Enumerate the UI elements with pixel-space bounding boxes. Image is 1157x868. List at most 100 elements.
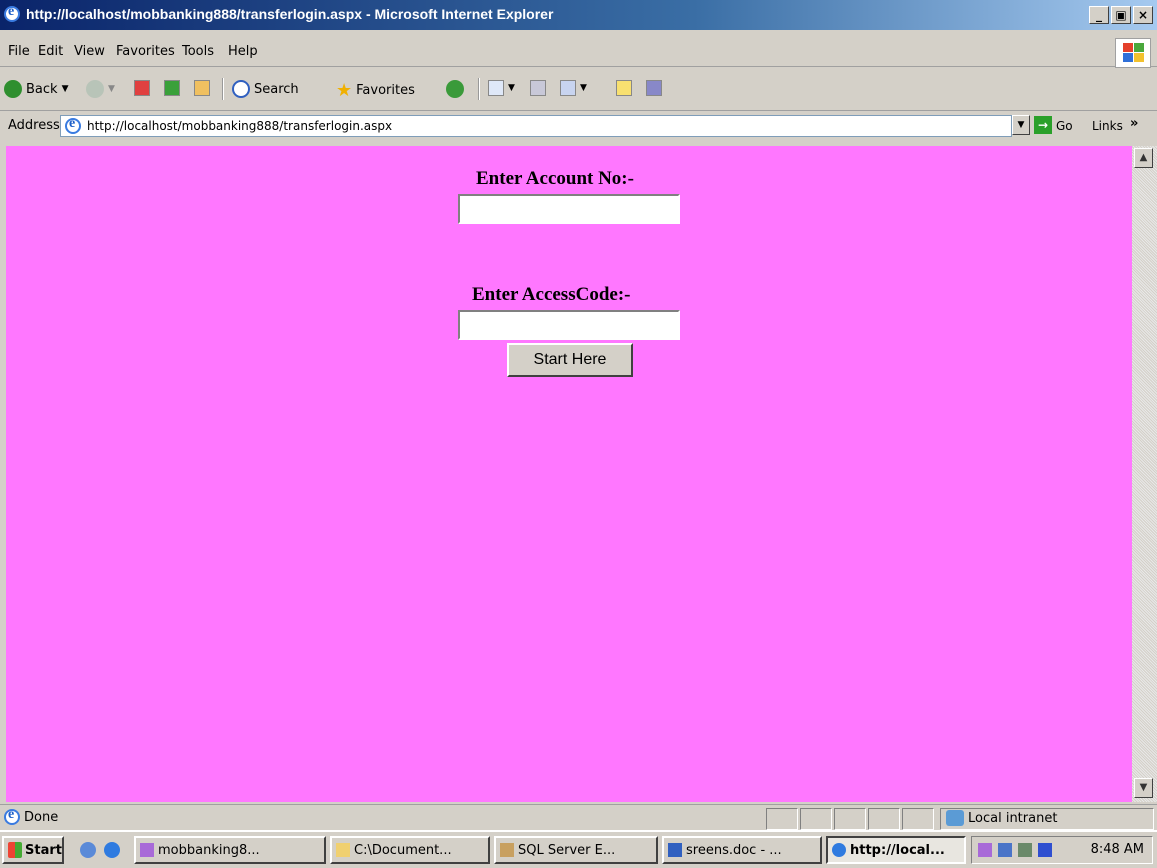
taskbar-item-sql-server[interactable]: SQL Server E... <box>494 836 658 864</box>
taskbar: Start mobbanking8... C:\Document... SQL … <box>0 830 1157 868</box>
status-panel <box>766 808 798 830</box>
chevron-down-icon: ▼ <box>61 84 69 94</box>
account-number-input[interactable] <box>458 194 680 224</box>
chevron-down-icon: ▼ <box>508 83 515 93</box>
mail-button[interactable]: ▼ <box>488 80 515 96</box>
address-dropdown-button[interactable]: ▼ <box>1012 115 1030 135</box>
status-panel <box>868 808 900 830</box>
go-button[interactable]: Go <box>1056 119 1073 133</box>
status-bar: Done Local intranet <box>0 804 1157 830</box>
task-label: C:\Document... <box>354 842 452 858</box>
search-icon <box>232 80 250 98</box>
start-here-button[interactable]: Start Here <box>507 343 633 377</box>
taskbar-item-mobbanking[interactable]: mobbanking8... <box>134 836 326 864</box>
back-label: Back <box>26 81 58 97</box>
toolbar-separator <box>478 78 480 100</box>
toolbar: Back ▼ ▼ Search ★ Favorites ▼ ▼ <box>0 70 1157 111</box>
quick-launch-ie-icon[interactable] <box>104 842 120 858</box>
task-label: sreens.doc - ... <box>686 842 782 858</box>
menu-help[interactable]: Help <box>228 44 258 59</box>
window-title: http://localhost/mobbanking888/transferl… <box>26 6 554 22</box>
windows-logo-icon <box>1115 38 1151 68</box>
search-button[interactable]: Search <box>232 80 299 98</box>
links-button[interactable]: Links <box>1092 119 1123 133</box>
internet-explorer-icon <box>832 843 846 857</box>
address-input[interactable]: http://localhost/mobbanking888/transferl… <box>60 115 1012 137</box>
menu-tools[interactable]: Tools <box>182 44 214 59</box>
forward-arrow-icon <box>86 80 104 98</box>
menu-bar: File Edit View Favorites Tools Help <box>0 40 1157 67</box>
page-icon <box>65 116 81 134</box>
history-icon <box>446 80 464 98</box>
taskbar-item-documents[interactable]: C:\Document... <box>330 836 490 864</box>
page-status-icon <box>4 807 20 825</box>
quick-launch-media-icon[interactable] <box>80 842 96 858</box>
home-button[interactable] <box>194 80 210 96</box>
chevron-down-icon: ▼ <box>580 83 587 93</box>
menu-view[interactable]: View <box>74 44 105 59</box>
research-icon <box>646 80 662 96</box>
edit-button[interactable]: ▼ <box>560 80 587 96</box>
research-button[interactable] <box>646 80 662 96</box>
intranet-icon <box>946 810 964 826</box>
print-button[interactable] <box>530 80 546 96</box>
title-bar: http://localhost/mobbanking888/transferl… <box>0 0 1157 30</box>
discuss-button[interactable] <box>616 80 632 96</box>
search-label: Search <box>254 81 299 97</box>
scroll-up-arrow-icon[interactable]: ▲ <box>1134 148 1153 168</box>
menu-edit[interactable]: Edit <box>38 44 63 59</box>
toolbar-separator <box>222 78 224 100</box>
status-panel <box>902 808 934 830</box>
word-document-icon <box>668 843 682 857</box>
go-arrow-icon[interactable]: → <box>1034 116 1052 134</box>
mail-icon <box>488 80 504 96</box>
task-label: http://local... <box>850 842 945 858</box>
zone-text: Local intranet <box>968 811 1058 826</box>
back-arrow-icon <box>4 80 22 98</box>
refresh-button[interactable] <box>164 80 180 96</box>
refresh-icon <box>164 80 180 96</box>
forward-button[interactable]: ▼ <box>86 80 115 98</box>
folder-icon <box>336 843 350 857</box>
favorites-label: Favorites <box>356 83 415 98</box>
address-url: http://localhost/mobbanking888/transferl… <box>87 119 393 133</box>
print-icon <box>530 80 546 96</box>
stop-button[interactable] <box>134 80 150 96</box>
address-label: Address <box>8 118 60 133</box>
word-icon <box>560 80 576 96</box>
start-label: Start <box>25 842 62 858</box>
vertical-scrollbar[interactable]: ▲ ▼ <box>1132 146 1157 802</box>
taskbar-item-sreens-doc[interactable]: sreens.doc - ... <box>662 836 822 864</box>
close-button[interactable]: × <box>1133 6 1153 24</box>
access-code-input[interactable] <box>458 310 680 340</box>
menu-file[interactable]: File <box>8 44 30 59</box>
minimize-button[interactable]: _ <box>1089 6 1109 24</box>
discuss-icon <box>616 80 632 96</box>
back-button[interactable]: Back ▼ <box>4 80 68 98</box>
status-panel <box>834 808 866 830</box>
windows-flag-icon <box>8 842 23 858</box>
scroll-down-arrow-icon[interactable]: ▼ <box>1134 778 1153 798</box>
status-panel <box>800 808 832 830</box>
volume-icon[interactable] <box>1018 843 1032 857</box>
chevron-down-icon: ▼ <box>108 84 115 94</box>
chevron-right-icon[interactable]: » <box>1130 116 1138 131</box>
page-content: Enter Account No:- Enter AccessCode:- St… <box>6 146 1132 802</box>
internet-explorer-icon <box>4 4 20 22</box>
address-bar: Address http://localhost/mobbanking888/t… <box>0 112 1157 142</box>
home-icon <box>194 80 210 96</box>
vs-tray-icon[interactable] <box>978 843 992 857</box>
menu-favorites[interactable]: Favorites <box>116 44 175 59</box>
status-text: Done <box>24 810 59 825</box>
star-icon: ★ <box>336 80 353 101</box>
access-code-label: Enter AccessCode:- <box>472 284 631 305</box>
history-button[interactable] <box>446 80 464 98</box>
account-label: Enter Account No:- <box>476 168 634 189</box>
maximize-button[interactable]: ▣ <box>1111 6 1131 24</box>
network-disconnected-icon[interactable] <box>998 843 1012 857</box>
clock: 8:48 AM <box>1090 842 1144 857</box>
favorites-button[interactable]: ★ Favorites <box>336 80 415 101</box>
start-button[interactable]: Start <box>2 836 64 864</box>
antivirus-shield-icon[interactable] <box>1038 843 1052 857</box>
taskbar-item-internet-explorer[interactable]: http://local... <box>826 836 966 864</box>
